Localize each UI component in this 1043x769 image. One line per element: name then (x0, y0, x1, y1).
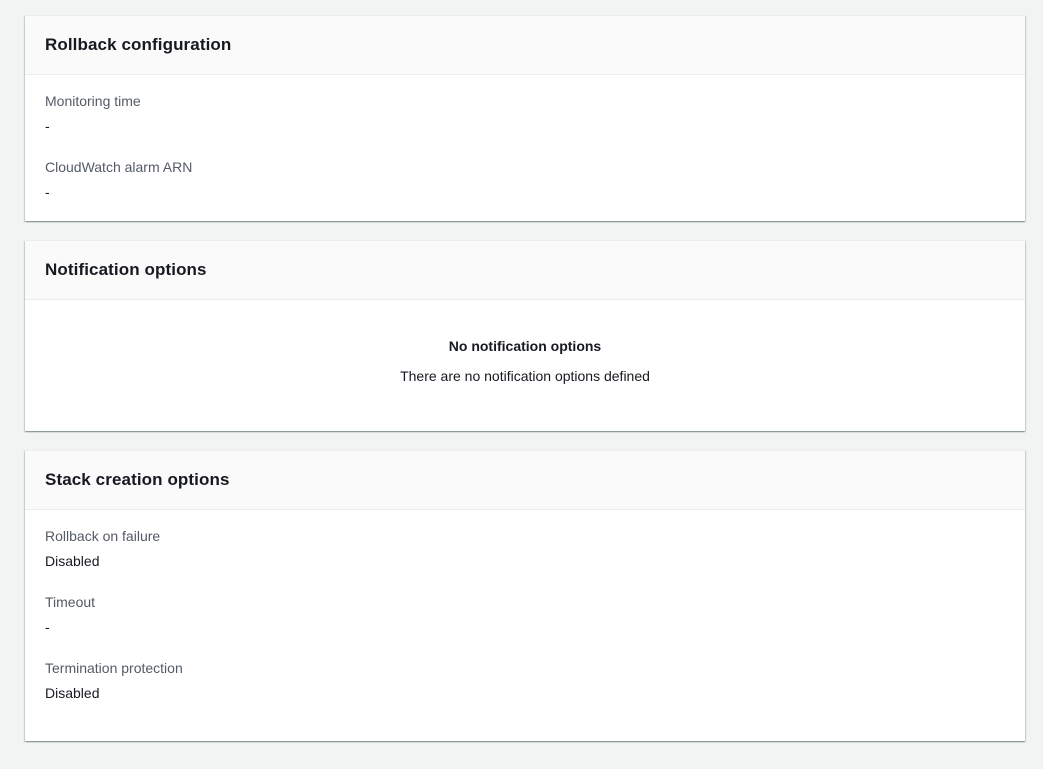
notification-options-panel: Notification options No notification opt… (25, 240, 1025, 431)
notification-empty-state: No notification options There are no not… (25, 300, 1025, 386)
panel-header: Rollback configuration (25, 16, 1025, 75)
termination-protection-value: Disabled (45, 685, 100, 701)
cloudwatch-alarm-arn-field: CloudWatch alarm ARN - (45, 157, 1005, 202)
timeout-label: Timeout (45, 594, 96, 610)
monitoring-time-label: Monitoring time (45, 93, 141, 109)
timeout-value: - (45, 619, 50, 635)
monitoring-time-value: - (45, 118, 50, 134)
rollback-configuration-title: Rollback configuration (45, 35, 232, 54)
termination-protection-label: Termination protection (45, 660, 183, 676)
stack-creation-options-title: Stack creation options (45, 470, 230, 489)
panel-body: Monitoring time - CloudWatch alarm ARN - (25, 75, 1025, 202)
rollback-on-failure-label: Rollback on failure (45, 528, 161, 544)
empty-state-title: No notification options (448, 338, 602, 354)
rollback-on-failure-value: Disabled (45, 553, 100, 569)
cloudwatch-alarm-arn-label: CloudWatch alarm ARN (45, 159, 193, 175)
timeout-field: Timeout - (45, 592, 1005, 637)
stack-creation-options-panel: Stack creation options Rollback on failu… (25, 450, 1025, 741)
termination-protection-field: Termination protection Disabled (45, 658, 1005, 703)
notification-options-title: Notification options (45, 260, 207, 279)
cloudwatch-alarm-arn-value: - (45, 184, 50, 200)
rollback-on-failure-field: Rollback on failure Disabled (45, 526, 1005, 571)
panel-header: Notification options (25, 241, 1025, 300)
monitoring-time-field: Monitoring time - (45, 91, 1005, 136)
panel-header: Stack creation options (25, 451, 1025, 510)
rollback-configuration-panel: Rollback configuration Monitoring time -… (25, 15, 1025, 221)
stack-details-page: Rollback configuration Monitoring time -… (0, 0, 1043, 769)
panel-body: Rollback on failure Disabled Timeout - T… (25, 510, 1025, 703)
empty-state-description: There are no notification options define… (400, 368, 650, 384)
